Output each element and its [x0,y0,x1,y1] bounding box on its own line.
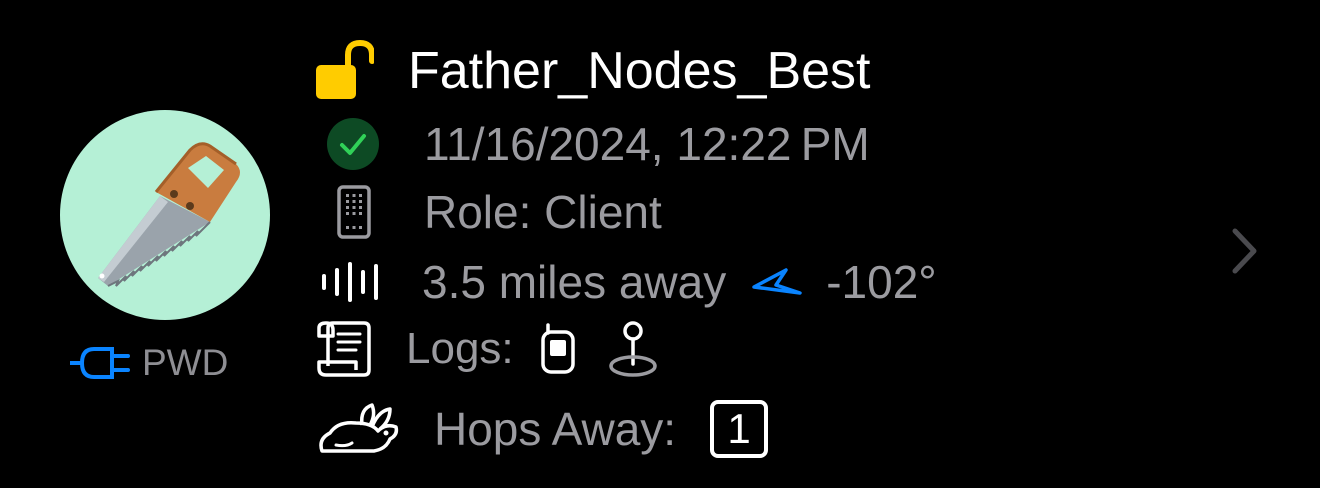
power-label: PWD [142,342,229,383]
hops-row: Hops Away: 1 [316,396,769,462]
checkmark-circle-icon [326,117,380,171]
role-row: Role: Client [336,184,662,240]
rabbit-icon [316,401,400,457]
hops-label: Hops Away: [434,403,677,455]
plug-icon [68,346,134,380]
waveform-icon [320,262,386,302]
logs-row: Logs: [316,318,660,380]
hops-count-badge: 1 [710,400,769,458]
logs-label: Logs: [406,324,514,373]
device-icon [336,184,372,240]
device-log-icon[interactable] [540,322,576,376]
distance-row: 3.5 miles away -102° [320,252,937,312]
node-name: Father_Nodes_Best [408,42,871,100]
lock-open-icon [314,39,374,103]
location-arrow-icon [750,267,804,297]
node-title-row: Father_Nodes_Best [314,36,871,106]
last-heard-time: 11/16/2024, 12:22 PM [424,118,870,170]
distance-value: 3.5 miles away [422,256,727,308]
heading-value: -102° [826,256,937,308]
last-heard-row: 11/16/2024, 12:22 PM [326,116,870,172]
scroll-icon [316,320,372,378]
saw-icon [98,142,240,287]
map-pin-icon[interactable] [606,320,660,378]
node-avatar [60,110,270,320]
node-role: Role: Client [424,186,662,238]
chevron-right-icon[interactable] [1230,226,1260,281]
power-status: PWD [68,338,228,388]
